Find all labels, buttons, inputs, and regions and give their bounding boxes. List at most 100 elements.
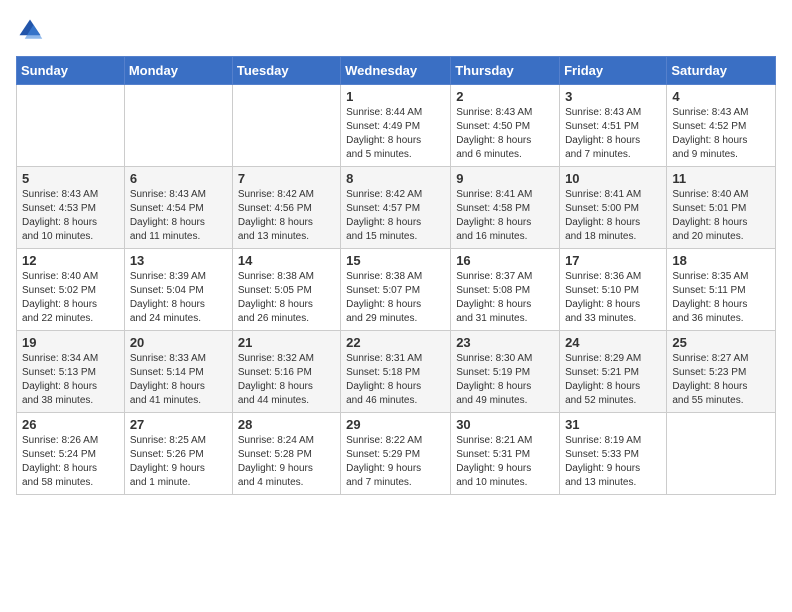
day-number: 23 xyxy=(456,335,554,350)
day-info: Sunrise: 8:38 AM Sunset: 5:05 PM Dayligh… xyxy=(238,270,335,326)
day-number: 29 xyxy=(346,417,445,432)
day-number: 30 xyxy=(456,417,554,432)
day-info: Sunrise: 8:33 AM Sunset: 5:14 PM Dayligh… xyxy=(130,352,227,408)
day-info: Sunrise: 8:27 AM Sunset: 5:23 PM Dayligh… xyxy=(672,352,770,408)
day-number: 28 xyxy=(238,417,335,432)
day-number: 8 xyxy=(346,171,445,186)
day-header-saturday: Saturday xyxy=(667,57,776,85)
calendar-cell: 5Sunrise: 8:43 AM Sunset: 4:53 PM Daylig… xyxy=(17,167,125,249)
calendar-cell: 6 Sunrise: 8:43 AM Sunset: 4:54 PM Daylig… xyxy=(124,167,232,249)
calendar-cell: 9 Sunrise: 8:41 AM Sunset: 4:58 PM Daylig… xyxy=(451,167,560,249)
day-number: 16 xyxy=(456,253,554,268)
logo xyxy=(16,16,48,44)
day-info: Sunrise: 8:22 AM Sunset: 5:29 PM Dayligh… xyxy=(346,434,445,490)
day-info: Sunrise: 8:43 AM Sunset: 4:52 PM Dayligh… xyxy=(672,106,770,162)
day-number: 25 xyxy=(672,335,770,350)
day-number: 14 xyxy=(238,253,335,268)
calendar-cell: 21 Sunrise: 8:32 AM Sunset: 5:16 PM Dayli… xyxy=(232,331,340,413)
day-number: 4 xyxy=(672,89,770,104)
day-info: Sunrise: 8:41 AM Sunset: 5:00 PM Dayligh… xyxy=(565,188,661,244)
calendar-cell xyxy=(667,413,776,495)
day-info: Sunrise: 8:44 AM Sunset: 4:49 PM Dayligh… xyxy=(346,106,445,162)
day-info: Sunrise: 8:43 AM Sunset: 4:54 PM Dayligh… xyxy=(130,188,227,244)
day-info: Sunrise: 8:21 AM Sunset: 5:31 PM Dayligh… xyxy=(456,434,554,490)
day-info: Sunrise: 8:19 AM Sunset: 5:33 PM Dayligh… xyxy=(565,434,661,490)
calendar-cell: 10 Sunrise: 8:41 AM Sunset: 5:00 PM Dayli… xyxy=(560,167,667,249)
calendar-cell: 13Sunrise: 8:39 AM Sunset: 5:04 PM Dayli… xyxy=(124,249,232,331)
day-number: 26 xyxy=(22,417,119,432)
day-info: Sunrise: 8:42 AM Sunset: 4:57 PM Dayligh… xyxy=(346,188,445,244)
calendar-week-4: 19 Sunrise: 8:34 AM Sunset: 5:13 PM Dayli… xyxy=(17,331,776,413)
day-info: Sunrise: 8:41 AM Sunset: 4:58 PM Dayligh… xyxy=(456,188,554,244)
day-header-monday: Monday xyxy=(124,57,232,85)
day-number: 20 xyxy=(130,335,227,350)
calendar-cell xyxy=(232,85,340,167)
day-header-tuesday: Tuesday xyxy=(232,57,340,85)
day-number: 15 xyxy=(346,253,445,268)
day-info: Sunrise: 8:39 AM Sunset: 5:04 PM Dayligh… xyxy=(130,270,227,326)
day-number: 18 xyxy=(672,253,770,268)
day-number: 22 xyxy=(346,335,445,350)
calendar-week-2: 5Sunrise: 8:43 AM Sunset: 4:53 PM Daylig… xyxy=(17,167,776,249)
calendar-cell: 17 Sunrise: 8:36 AM Sunset: 5:10 PM Dayli… xyxy=(560,249,667,331)
calendar-cell: 24 Sunrise: 8:29 AM Sunset: 5:21 PM Dayli… xyxy=(560,331,667,413)
day-number: 5 xyxy=(22,171,119,186)
calendar-cell: 15Sunrise: 8:38 AM Sunset: 5:07 PM Dayli… xyxy=(341,249,451,331)
day-number: 1 xyxy=(346,89,445,104)
page-header xyxy=(16,16,776,44)
calendar-cell: 28 Sunrise: 8:24 AM Sunset: 5:28 PM Dayli… xyxy=(232,413,340,495)
day-number: 2 xyxy=(456,89,554,104)
day-info: Sunrise: 8:42 AM Sunset: 4:56 PM Dayligh… xyxy=(238,188,335,244)
day-header-friday: Friday xyxy=(560,57,667,85)
calendar-cell: 2Sunrise: 8:43 AM Sunset: 4:50 PM Daylig… xyxy=(451,85,560,167)
calendar-cell: 20 Sunrise: 8:33 AM Sunset: 5:14 PM Dayli… xyxy=(124,331,232,413)
calendar-cell: 26 Sunrise: 8:26 AM Sunset: 5:24 PM Dayli… xyxy=(17,413,125,495)
day-number: 3 xyxy=(565,89,661,104)
logo-icon xyxy=(16,16,44,44)
calendar-cell: 4 Sunrise: 8:43 AM Sunset: 4:52 PM Daylig… xyxy=(667,85,776,167)
calendar-cell: 7 Sunrise: 8:42 AM Sunset: 4:56 PM Daylig… xyxy=(232,167,340,249)
day-info: Sunrise: 8:24 AM Sunset: 5:28 PM Dayligh… xyxy=(238,434,335,490)
day-info: Sunrise: 8:40 AM Sunset: 5:02 PM Dayligh… xyxy=(22,270,119,326)
calendar-week-5: 26 Sunrise: 8:26 AM Sunset: 5:24 PM Dayli… xyxy=(17,413,776,495)
day-number: 9 xyxy=(456,171,554,186)
day-info: Sunrise: 8:25 AM Sunset: 5:26 PM Dayligh… xyxy=(130,434,227,490)
calendar-cell: 18Sunrise: 8:35 AM Sunset: 5:11 PM Dayli… xyxy=(667,249,776,331)
calendar-cell: 16Sunrise: 8:37 AM Sunset: 5:08 PM Dayli… xyxy=(451,249,560,331)
day-info: Sunrise: 8:34 AM Sunset: 5:13 PM Dayligh… xyxy=(22,352,119,408)
calendar-cell: 12 Sunrise: 8:40 AM Sunset: 5:02 PM Dayli… xyxy=(17,249,125,331)
day-number: 31 xyxy=(565,417,661,432)
day-header-thursday: Thursday xyxy=(451,57,560,85)
calendar-week-1: 1 Sunrise: 8:44 AM Sunset: 4:49 PM Daylig… xyxy=(17,85,776,167)
day-info: Sunrise: 8:30 AM Sunset: 5:19 PM Dayligh… xyxy=(456,352,554,408)
calendar-cell xyxy=(124,85,232,167)
day-info: Sunrise: 8:43 AM Sunset: 4:51 PM Dayligh… xyxy=(565,106,661,162)
calendar-week-3: 12 Sunrise: 8:40 AM Sunset: 5:02 PM Dayli… xyxy=(17,249,776,331)
day-info: Sunrise: 8:40 AM Sunset: 5:01 PM Dayligh… xyxy=(672,188,770,244)
day-number: 21 xyxy=(238,335,335,350)
day-info: Sunrise: 8:26 AM Sunset: 5:24 PM Dayligh… xyxy=(22,434,119,490)
day-number: 19 xyxy=(22,335,119,350)
calendar-cell: 14 Sunrise: 8:38 AM Sunset: 5:05 PM Dayli… xyxy=(232,249,340,331)
calendar-cell xyxy=(17,85,125,167)
day-number: 12 xyxy=(22,253,119,268)
calendar-table: SundayMondayTuesdayWednesdayThursdayFrid… xyxy=(16,56,776,495)
day-number: 27 xyxy=(130,417,227,432)
calendar-cell: 31 Sunrise: 8:19 AM Sunset: 5:33 PM Dayli… xyxy=(560,413,667,495)
day-number: 7 xyxy=(238,171,335,186)
calendar-cell: 22 Sunrise: 8:31 AM Sunset: 5:18 PM Dayli… xyxy=(341,331,451,413)
day-header-wednesday: Wednesday xyxy=(341,57,451,85)
day-info: Sunrise: 8:36 AM Sunset: 5:10 PM Dayligh… xyxy=(565,270,661,326)
day-info: Sunrise: 8:32 AM Sunset: 5:16 PM Dayligh… xyxy=(238,352,335,408)
calendar-cell: 29 Sunrise: 8:22 AM Sunset: 5:29 PM Dayli… xyxy=(341,413,451,495)
day-number: 17 xyxy=(565,253,661,268)
day-number: 24 xyxy=(565,335,661,350)
calendar-cell: 11Sunrise: 8:40 AM Sunset: 5:01 PM Dayli… xyxy=(667,167,776,249)
day-info: Sunrise: 8:31 AM Sunset: 5:18 PM Dayligh… xyxy=(346,352,445,408)
day-number: 6 xyxy=(130,171,227,186)
day-number: 10 xyxy=(565,171,661,186)
day-info: Sunrise: 8:29 AM Sunset: 5:21 PM Dayligh… xyxy=(565,352,661,408)
calendar-cell: 25 Sunrise: 8:27 AM Sunset: 5:23 PM Dayli… xyxy=(667,331,776,413)
calendar-cell: 3 Sunrise: 8:43 AM Sunset: 4:51 PM Daylig… xyxy=(560,85,667,167)
calendar-cell: 19 Sunrise: 8:34 AM Sunset: 5:13 PM Dayli… xyxy=(17,331,125,413)
